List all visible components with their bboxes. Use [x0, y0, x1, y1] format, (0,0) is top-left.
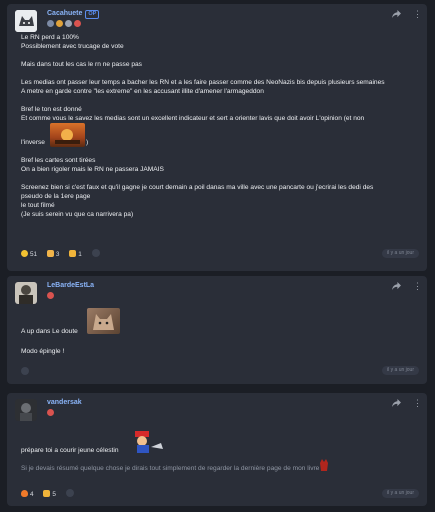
laughing-face-icon — [21, 250, 28, 257]
more-options-icon[interactable]: ⋮ — [413, 9, 422, 19]
more-options-icon[interactable]: ⋮ — [413, 281, 422, 291]
avatar[interactable] — [15, 10, 37, 32]
prepare-line: prépare toi a courir jeune célestin — [21, 427, 319, 455]
post-body: Le RN perd a 100% Possiblement avec truc… — [21, 33, 385, 219]
post-line: Possiblement avec trucage de vote — [21, 43, 124, 50]
post-line: Le RN perd a 100% — [21, 34, 79, 41]
post-line: pseudo de la 1ere page — [21, 193, 91, 200]
post-line — [21, 338, 64, 347]
post-timestamp[interactable]: il y a un jour — [382, 366, 419, 375]
post-body: A up dans Le doute Modo épingle ! — [21, 308, 120, 356]
reaction-button[interactable]: 3 — [46, 250, 60, 258]
share-icon[interactable] — [392, 399, 401, 407]
post-line: A metre en garde contre "les extreme" en… — [21, 88, 264, 95]
share-icon[interactable] — [392, 10, 401, 18]
post-line: A up dans Le doute — [21, 328, 78, 335]
up-line: A up dans Le doute — [21, 308, 120, 338]
post-header: vandersak ⋮ — [7, 393, 427, 423]
post-line: Bref les cartes sont tirées — [21, 157, 96, 164]
post-line: Bref le ton est donné — [21, 106, 82, 113]
badge-icon — [74, 20, 81, 27]
author-name-text[interactable]: Cacahuete — [47, 10, 82, 17]
inverse-line: l'inverse ) — [21, 123, 385, 147]
post-line: Les medias ont passer leur temps a bache… — [21, 79, 385, 86]
post-line: le tout filmé — [21, 202, 55, 209]
post-line: On a bien rigoler mais le RN ne passera … — [21, 166, 164, 173]
add-reaction-icon[interactable] — [21, 367, 29, 375]
author-name[interactable]: Cacahuete OP — [47, 10, 100, 19]
user-badges — [47, 292, 56, 300]
post-timestamp[interactable]: il y a un jour — [382, 249, 419, 258]
cat-sticker-image — [87, 308, 120, 334]
badge-icon — [65, 20, 72, 27]
author-name[interactable]: LeBardeEstLa — [47, 282, 94, 289]
avatar[interactable] — [15, 282, 37, 304]
reaction-count: 4 — [30, 491, 34, 498]
reactions-bar: 51 3 1 — [21, 249, 100, 259]
post-line — [21, 51, 385, 60]
add-reaction-icon[interactable] — [91, 249, 100, 257]
post-line: Et comme vous le savez les medias sont u… — [21, 115, 365, 122]
thumbs-up-icon — [43, 490, 51, 497]
post-timestamp[interactable]: il y a un jour — [382, 489, 419, 498]
post-card: vandersak ⋮ prépare toi a courir jeune c… — [7, 393, 427, 506]
post-line: Modo épingle ! — [21, 348, 65, 355]
more-options-icon[interactable]: ⋮ — [413, 398, 422, 408]
reaction-button[interactable]: 1 — [69, 250, 82, 258]
post-line: Screenez bien si c'est faux et qu'il gag… — [21, 184, 374, 191]
fire-icon — [21, 490, 28, 497]
author-name-text[interactable]: vandersak — [47, 399, 82, 406]
avatar[interactable] — [15, 399, 37, 421]
reaction-count: 3 — [55, 251, 60, 258]
badge-icon — [56, 20, 63, 27]
avatar-portrait-icon — [15, 282, 37, 304]
post-line: (Je suis serein vu que ca narrivera pa) — [21, 211, 134, 218]
quote-line: Si je devais résumé quelque chose je dir… — [21, 459, 328, 473]
avatar-cat-icon — [15, 10, 37, 32]
post-card: Cacahuete OP ⋮ Le RN perd a 100% Possible… — [7, 4, 427, 271]
reactions-bar — [21, 367, 29, 377]
post-line — [21, 147, 385, 156]
demon-sticker-image — [319, 459, 329, 472]
mario-sticker-image — [131, 429, 165, 455]
post-body: prépare toi a courir jeune célestin Si j… — [21, 427, 328, 473]
add-reaction-icon[interactable] — [65, 489, 74, 497]
badge-icon — [47, 20, 54, 27]
op-badge: OP — [85, 10, 100, 19]
author-name-text[interactable]: LeBardeEstLa — [47, 282, 94, 289]
reaction-count: 51 — [30, 251, 38, 258]
post-line — [21, 455, 319, 464]
user-badges — [47, 409, 56, 417]
post-line — [21, 174, 385, 183]
post-line: prépare toi a courir jeune célestin — [21, 447, 119, 454]
post-header: Cacahuete OP ⋮ — [7, 4, 427, 34]
reaction-count: 5 — [52, 491, 56, 498]
author-name[interactable]: vandersak — [47, 399, 82, 406]
reaction-button[interactable]: 4 — [21, 490, 34, 498]
pointing-hand-icon — [46, 250, 54, 257]
reaction-button[interactable]: 5 — [43, 490, 56, 498]
thumbs-up-icon — [69, 250, 77, 257]
badge-icon — [47, 292, 54, 299]
post-line — [21, 96, 385, 105]
sticker-image — [50, 123, 85, 147]
reactions-bar: 4 5 — [21, 489, 74, 499]
post-line — [21, 69, 385, 78]
post-line: Mais dans tout les cas le rn ne passe pa… — [21, 61, 142, 68]
post-header: LeBardeEstLa ⋮ — [7, 276, 427, 306]
avatar-portrait-icon — [15, 399, 37, 421]
reaction-count: 1 — [78, 251, 82, 258]
post-line: l'inverse — [21, 139, 45, 146]
share-icon[interactable] — [392, 282, 401, 290]
quote-text: Si je devais résumé quelque chose je dir… — [21, 465, 320, 472]
post-card: LeBardeEstLa ⋮ A up dans Le doute Modo é… — [7, 276, 427, 384]
badge-icon — [47, 409, 54, 416]
user-badges — [47, 20, 83, 28]
reaction-button[interactable]: 51 — [21, 250, 37, 258]
post-line: ) — [86, 139, 89, 146]
